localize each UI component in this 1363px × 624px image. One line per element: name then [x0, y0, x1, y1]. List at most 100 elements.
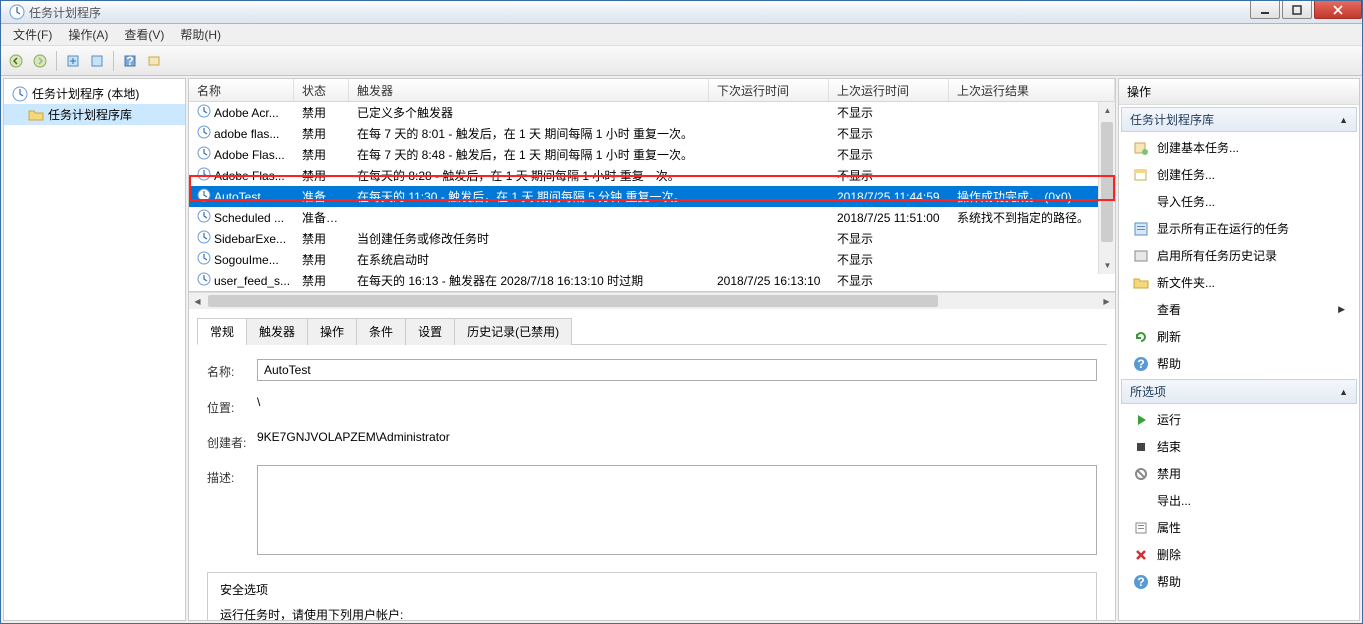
clock-icon: [197, 104, 211, 121]
task-row[interactable]: Adobe Flas...禁用在每天的 8:28 - 触发后，在 1 天 期间每…: [189, 165, 1115, 186]
task-name: Scheduled ...: [214, 211, 284, 225]
create-basic-icon: [1133, 140, 1149, 156]
scroll-right-icon[interactable]: ▶: [1098, 293, 1115, 310]
clock-icon: [197, 230, 211, 247]
task-last: 不显示: [829, 146, 949, 163]
toolbar-extra-button[interactable]: [143, 50, 165, 72]
tab-content: 名称: 位置: \ 创建者: 9KE7GNJVOLAPZEM\Administr…: [197, 345, 1107, 620]
clock-icon: [197, 272, 211, 289]
task-trigger: 在每 7 天的 8:01 - 触发后，在 1 天 期间每隔 1 小时 重复一次。: [349, 125, 709, 142]
task-row[interactable]: AutoTest准备就绪在每天的 11:30 - 触发后，在 1 天 期间每隔 …: [189, 186, 1115, 207]
action-show-running[interactable]: 显示所有正在运行的任务: [1119, 215, 1359, 242]
menu-action[interactable]: 操作(A): [60, 24, 116, 45]
help-button[interactable]: ?: [119, 50, 141, 72]
action-properties[interactable]: 属性: [1119, 514, 1359, 541]
task-row[interactable]: adobe flas...禁用在每 7 天的 8:01 - 触发后，在 1 天 …: [189, 123, 1115, 144]
task-name: Adobe Flas...: [214, 148, 285, 162]
back-button[interactable]: [5, 50, 27, 72]
tab-settings[interactable]: 设置: [405, 318, 455, 345]
task-trigger: 在每天的 11:30 - 触发后，在 1 天 期间每隔 5 分钟 重复一次。: [349, 188, 709, 205]
tab-actions[interactable]: 操作: [307, 318, 357, 345]
name-label: 名称:: [207, 359, 257, 380]
refresh-icon: [1133, 329, 1149, 345]
task-trigger: 在每天的 8:28 - 触发后，在 1 天 期间每隔 1 小时 重复一次。: [349, 167, 709, 184]
scroll-left-icon[interactable]: ◀: [189, 293, 206, 310]
task-status: 禁用: [294, 230, 349, 247]
svg-text:?: ?: [1137, 357, 1144, 371]
scroll-thumb[interactable]: [1101, 122, 1113, 242]
task-trigger: 在每 7 天的 8:48 - 触发后，在 1 天 期间每隔 1 小时 重复一次。: [349, 146, 709, 163]
action-disable[interactable]: 禁用: [1119, 460, 1359, 487]
action-end[interactable]: 结束: [1119, 433, 1359, 460]
action-enable-history[interactable]: 启用所有任务历史记录: [1119, 242, 1359, 269]
vertical-scrollbar[interactable]: ▲ ▼: [1098, 102, 1115, 274]
task-last: 不显示: [829, 251, 949, 268]
task-last: 不显示: [829, 104, 949, 121]
tab-triggers[interactable]: 触发器: [246, 318, 308, 345]
nav-up-button[interactable]: [62, 50, 84, 72]
maximize-button[interactable]: [1282, 1, 1312, 19]
action-help-sel[interactable]: ? 帮助: [1119, 568, 1359, 595]
action-help[interactable]: ? 帮助: [1119, 350, 1359, 377]
action-run[interactable]: 运行: [1119, 406, 1359, 433]
col-last[interactable]: 上次运行时间: [829, 79, 949, 101]
task-row[interactable]: user_feed_s...禁用在每天的 16:13 - 触发器在 2028/7…: [189, 270, 1115, 291]
col-next[interactable]: 下次运行时间: [709, 79, 829, 101]
col-trigger[interactable]: 触发器: [349, 79, 709, 101]
security-options: 安全选项 运行任务时，请使用下列用户帐户: 9KE7GNJVOLAPZEM\Ad…: [207, 572, 1097, 620]
task-row[interactable]: SidebarExe...禁用当创建任务或修改任务时不显示: [189, 228, 1115, 249]
tree-root-label: 任务计划程序 (本地): [32, 85, 139, 102]
author-value: 9KE7GNJVOLAPZEM\Administrator: [257, 430, 1097, 444]
tree-library[interactable]: 任务计划程序库: [4, 104, 185, 125]
col-name[interactable]: 名称: [189, 79, 294, 101]
col-result[interactable]: 上次运行结果: [949, 79, 1115, 101]
action-create-task[interactable]: 创建任务...: [1119, 161, 1359, 188]
task-row[interactable]: Adobe Flas...禁用在每 7 天的 8:48 - 触发后，在 1 天 …: [189, 144, 1115, 165]
description-label: 描述:: [207, 465, 257, 486]
task-name: SogouIme...: [214, 253, 279, 267]
action-import[interactable]: 导入任务...: [1119, 188, 1359, 215]
task-last: 不显示: [829, 230, 949, 247]
action-refresh[interactable]: 刷新: [1119, 323, 1359, 350]
minimize-button[interactable]: [1250, 1, 1280, 19]
task-row[interactable]: Scheduled ...准备就绪2018/7/25 11:51:00系统找不到…: [189, 207, 1115, 228]
location-value: \: [257, 395, 1097, 409]
section-selected[interactable]: 所选项 ▲: [1121, 379, 1357, 404]
menu-help[interactable]: 帮助(H): [172, 24, 229, 45]
col-status[interactable]: 状态: [294, 79, 349, 101]
task-name: AutoTest: [214, 190, 261, 204]
action-view[interactable]: 查看 ▶: [1119, 296, 1359, 323]
forward-button[interactable]: [29, 50, 51, 72]
name-field[interactable]: [257, 359, 1097, 381]
action-export[interactable]: 导出...: [1119, 487, 1359, 514]
menubar: 文件(F) 操作(A) 查看(V) 帮助(H): [1, 24, 1362, 46]
clock-icon: [197, 251, 211, 268]
task-row[interactable]: Adobe Acr...禁用已定义多个触发器不显示: [189, 102, 1115, 123]
section-library[interactable]: 任务计划程序库 ▲: [1121, 107, 1357, 132]
action-create-basic[interactable]: 创建基本任务...: [1119, 134, 1359, 161]
task-status: 禁用: [294, 272, 349, 289]
action-delete[interactable]: 删除: [1119, 541, 1359, 568]
tab-conditions[interactable]: 条件: [356, 318, 406, 345]
nav-props-button[interactable]: [86, 50, 108, 72]
tree-root[interactable]: 任务计划程序 (本地): [4, 83, 185, 104]
collapse-icon: ▲: [1339, 115, 1348, 125]
task-name: user_feed_s...: [214, 274, 290, 288]
toolbar: ?: [1, 46, 1362, 76]
task-row[interactable]: SogouIme...禁用在系统启动时不显示: [189, 249, 1115, 270]
description-field[interactable]: [257, 465, 1097, 555]
menu-file[interactable]: 文件(F): [5, 24, 60, 45]
scroll-down-icon[interactable]: ▼: [1099, 257, 1116, 274]
tab-history[interactable]: 历史记录(已禁用): [454, 318, 572, 345]
horizontal-scrollbar[interactable]: ◀ ▶: [189, 292, 1115, 309]
help-icon: ?: [1133, 356, 1149, 372]
action-new-folder[interactable]: 新文件夹...: [1119, 269, 1359, 296]
author-label: 创建者:: [207, 430, 257, 451]
task-last: 2018/7/25 11:51:00: [829, 211, 949, 225]
menu-view[interactable]: 查看(V): [116, 24, 172, 45]
close-button[interactable]: [1314, 1, 1362, 19]
folder-icon: [28, 107, 44, 123]
tab-general[interactable]: 常规: [197, 318, 247, 345]
scroll-thumb-h[interactable]: [208, 295, 938, 307]
scroll-up-icon[interactable]: ▲: [1099, 102, 1116, 119]
